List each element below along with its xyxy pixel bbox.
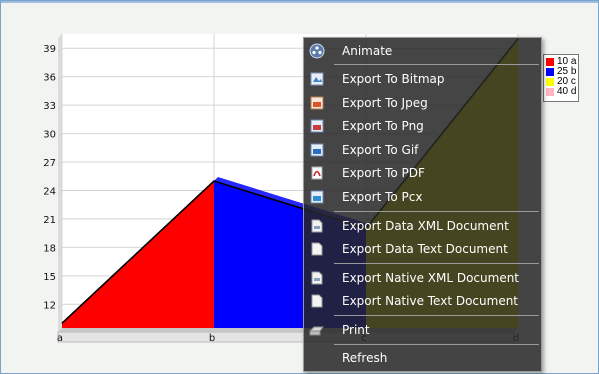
- menu-item-label: Refresh: [342, 351, 388, 365]
- menu-item-label: Export Data XML Document: [342, 219, 509, 233]
- menu-separator: [334, 344, 539, 345]
- y-tick-label: 36: [43, 73, 56, 84]
- legend-swatch-c: [546, 78, 554, 86]
- printer-icon: [309, 322, 325, 338]
- legend-swatch-d: [546, 88, 554, 96]
- pcx-icon: [309, 189, 325, 205]
- animate-icon: [309, 43, 325, 59]
- menu-item-export-jpeg[interactable]: Export To Jpeg: [304, 92, 541, 114]
- pdf-icon: [309, 165, 325, 181]
- y-tick-label: 33: [43, 101, 56, 112]
- y-tick-label: 24: [43, 186, 56, 197]
- menu-separator: [334, 211, 539, 212]
- menu-item-label: Animate: [342, 44, 393, 58]
- chart-legend: 10 a 25 b 20 c 40 d: [543, 54, 579, 102]
- gif-icon: [309, 142, 325, 158]
- menu-item-refresh[interactable]: Refresh: [304, 347, 541, 369]
- y-tick-label: 39: [43, 44, 56, 55]
- legend-swatch-b: [546, 68, 554, 76]
- png-icon: [309, 118, 325, 134]
- menu-item-export-pdf[interactable]: Export To PDF: [304, 162, 541, 184]
- menu-item-label: Export Native Text Document: [342, 294, 519, 308]
- menu-item-label: Export Native XML Document: [342, 271, 520, 285]
- legend-label-d: 40 d: [557, 86, 577, 97]
- xml-document-icon: [309, 218, 325, 234]
- jpeg-icon: [309, 95, 325, 111]
- menu-item-print[interactable]: Print: [304, 319, 541, 341]
- bitmap-icon: [309, 71, 325, 87]
- menu-item-export-native-text[interactable]: Export Native Text Document: [304, 290, 541, 312]
- menu-item-export-png[interactable]: Export To Png: [304, 115, 541, 137]
- xml-document-icon: [309, 270, 325, 286]
- menu-item-export-data-xml[interactable]: Export Data XML Document: [304, 215, 541, 237]
- y-tick-label: 21: [43, 215, 56, 226]
- menu-item-label: Export To Jpeg: [342, 96, 428, 110]
- menu-item-label: Export To Gif: [342, 143, 419, 157]
- x-tick-label: a: [57, 333, 63, 344]
- menu-item-export-pcx[interactable]: Export To Pcx: [304, 186, 541, 208]
- menu-item-label: Print: [342, 323, 370, 337]
- y-tick-label: 27: [43, 158, 56, 169]
- menu-item-label: Export To Pcx: [342, 190, 423, 204]
- y-tick-label: 30: [43, 130, 56, 141]
- menu-item-label: Export To PDF: [342, 166, 425, 180]
- x-tick-label: b: [209, 333, 215, 344]
- menu-item-export-data-text[interactable]: Export Data Text Document: [304, 238, 541, 260]
- menu-item-export-native-xml[interactable]: Export Native XML Document: [304, 267, 541, 289]
- menu-item-label: Export To Bitmap: [342, 72, 445, 86]
- y-tick-label: 15: [43, 272, 56, 283]
- text-document-icon: [309, 241, 325, 257]
- text-document-icon: [309, 293, 325, 309]
- menu-item-animate[interactable]: Animate: [304, 40, 541, 62]
- menu-separator: [334, 64, 539, 65]
- menu-item-export-bitmap[interactable]: Export To Bitmap: [304, 68, 541, 90]
- menu-item-label: Export To Png: [342, 119, 424, 133]
- y-tick-label: 12: [43, 300, 56, 311]
- menu-separator: [334, 263, 539, 264]
- legend-item-d: 40 d: [546, 87, 578, 97]
- menu-item-export-gif[interactable]: Export To Gif: [304, 139, 541, 161]
- legend-swatch-a: [546, 58, 554, 66]
- menu-item-label: Export Data Text Document: [342, 242, 508, 256]
- menu-separator: [334, 315, 539, 316]
- y-tick-label: 18: [43, 243, 56, 254]
- context-menu: Animate Export To Bitmap Export To Jpeg …: [303, 37, 542, 372]
